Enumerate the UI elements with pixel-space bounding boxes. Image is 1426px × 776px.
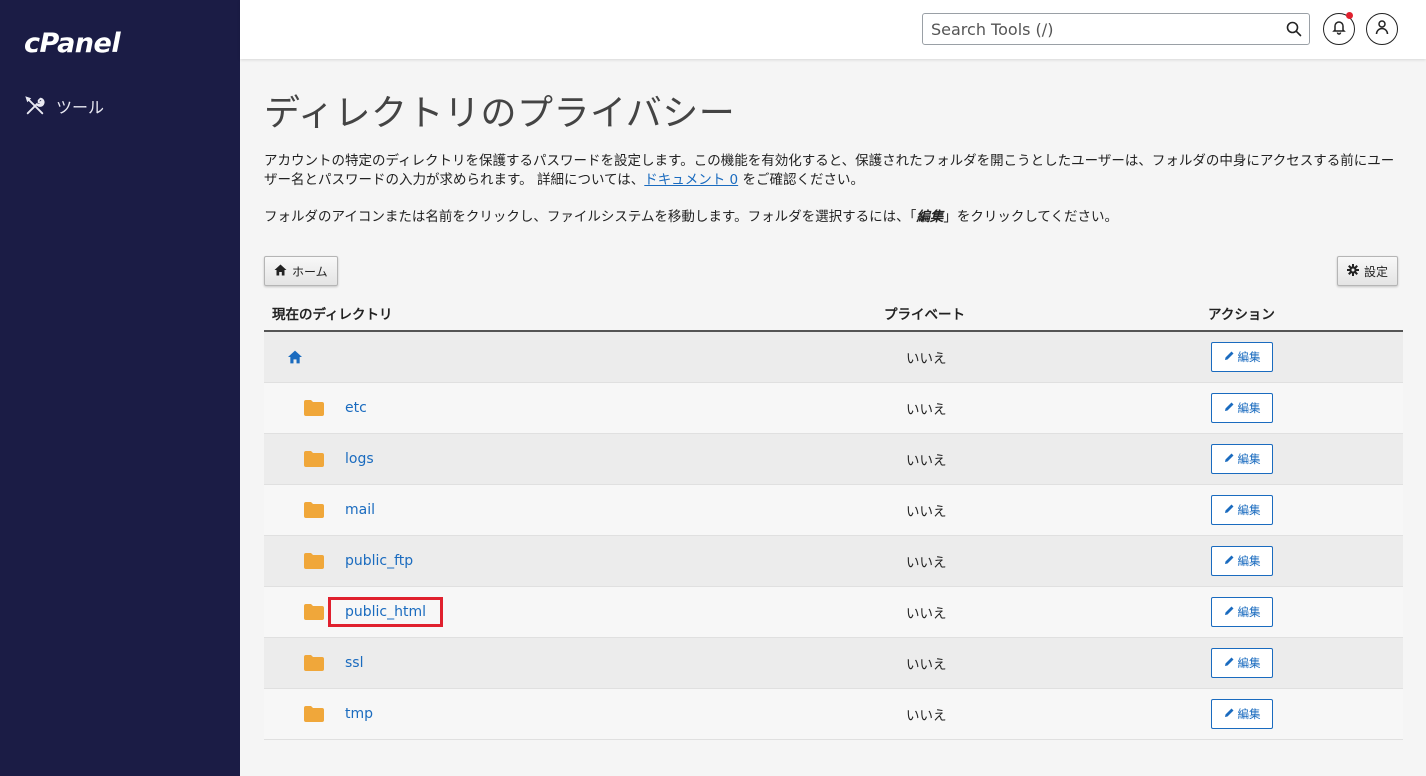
- user-menu-button[interactable]: [1366, 13, 1398, 45]
- edit-button[interactable]: 編集: [1211, 648, 1273, 678]
- folder-icon[interactable]: [304, 706, 324, 722]
- table-header: 現在のディレクトリ プライベート アクション: [264, 296, 1403, 332]
- pencil-icon: [1224, 554, 1235, 568]
- edit-button-label: 編集: [1237, 401, 1261, 415]
- pencil-icon: [1224, 452, 1235, 466]
- folder-icon[interactable]: [304, 502, 324, 518]
- home-icon: [274, 264, 287, 279]
- desc-text-end: をご確認ください。: [738, 172, 864, 188]
- edit-button-label: 編集: [1237, 503, 1261, 517]
- table-row: public_html いいえ 編集: [264, 587, 1403, 638]
- table-row: etc いいえ 編集: [264, 383, 1403, 434]
- edit-button[interactable]: 編集: [1211, 444, 1273, 474]
- edit-button[interactable]: 編集: [1211, 597, 1273, 627]
- table-row: public_ftp いいえ 編集: [264, 536, 1403, 587]
- column-header-private: プライベート: [884, 307, 965, 323]
- directory-cell: mail: [304, 485, 392, 535]
- home-directory-icon[interactable]: [287, 332, 303, 382]
- pencil-icon: [1224, 503, 1235, 517]
- instructions-text: フォルダのアイコンまたは名前をクリックし、ファイルシステムを移動します。フォルダ…: [264, 209, 917, 225]
- search-icon[interactable]: [1279, 21, 1309, 37]
- column-header-directory: 現在のディレクトリ: [272, 307, 393, 323]
- edit-button-label: 編集: [1237, 707, 1261, 721]
- folder-icon[interactable]: [304, 553, 324, 569]
- directory-cell: tmp: [304, 689, 390, 739]
- search-box[interactable]: [922, 13, 1310, 45]
- home-button-label: ホーム: [292, 264, 328, 279]
- notifications-button[interactable]: [1323, 12, 1355, 45]
- directory-link[interactable]: mail: [328, 495, 392, 525]
- pencil-icon: [1224, 605, 1235, 619]
- column-header-action: アクション: [1208, 307, 1275, 323]
- private-status: いいえ: [906, 606, 947, 622]
- pencil-icon: [1224, 401, 1235, 415]
- sidebar-item-tools[interactable]: ツール: [24, 94, 104, 118]
- private-status: いいえ: [906, 453, 947, 469]
- edit-button-label: 編集: [1237, 452, 1261, 466]
- sidebar: cPanel ツール: [0, 0, 240, 776]
- edit-emphasis: 編集: [916, 209, 944, 225]
- folder-icon[interactable]: [304, 604, 324, 620]
- directory-link[interactable]: public_ftp: [328, 546, 430, 576]
- settings-button-label: 設定: [1364, 264, 1389, 279]
- directory-cell: ssl: [304, 638, 380, 688]
- edit-button[interactable]: 編集: [1211, 342, 1273, 372]
- folder-icon[interactable]: [304, 400, 324, 416]
- private-status: いいえ: [906, 351, 947, 367]
- private-status: いいえ: [906, 657, 947, 673]
- gear-icon: [1347, 263, 1359, 279]
- instructions-text-end: 」をクリックしてください。: [943, 209, 1119, 225]
- page-title: ディレクトリのプライバシー: [264, 93, 736, 134]
- pencil-icon: [1224, 707, 1235, 721]
- pencil-icon: [1224, 350, 1235, 364]
- edit-button[interactable]: 編集: [1211, 546, 1273, 576]
- documentation-link[interactable]: ドキュメント 0: [644, 172, 738, 188]
- private-status: いいえ: [906, 504, 947, 520]
- table-row: tmp いいえ 編集: [264, 689, 1403, 740]
- notification-dot: [1346, 12, 1353, 19]
- directory-link[interactable]: tmp: [328, 699, 390, 729]
- edit-button-label: 編集: [1237, 656, 1261, 670]
- directory-link[interactable]: ssl: [328, 648, 380, 678]
- private-status: いいえ: [906, 708, 947, 724]
- top-bar: [240, 0, 1426, 59]
- edit-button[interactable]: 編集: [1211, 495, 1273, 525]
- search-input[interactable]: [923, 15, 1279, 43]
- private-status: いいえ: [906, 402, 947, 418]
- private-status: いいえ: [906, 555, 947, 571]
- tools-icon: [24, 95, 46, 117]
- edit-button-label: 編集: [1237, 605, 1261, 619]
- directory-link[interactable]: etc: [328, 393, 384, 423]
- edit-button-label: 編集: [1237, 554, 1261, 568]
- pencil-icon: [1224, 656, 1235, 670]
- directory-table: 現在のディレクトリ プライベート アクション いいえ 編集 etc いいえ 編集: [264, 296, 1403, 740]
- table-row: mail いいえ 編集: [264, 485, 1403, 536]
- edit-button[interactable]: 編集: [1211, 393, 1273, 423]
- directory-cell: logs: [304, 434, 391, 484]
- cpanel-logo[interactable]: cPanel: [24, 28, 121, 59]
- folder-icon[interactable]: [304, 451, 324, 467]
- directory-cell: etc: [304, 383, 384, 433]
- page-description: アカウントの特定のディレクトリを保護するパスワードを設定します。この機能を有効化…: [264, 152, 1404, 190]
- directory-link[interactable]: public_html: [328, 597, 444, 627]
- directory-cell: public_ftp: [304, 536, 430, 586]
- user-icon: [1374, 19, 1390, 39]
- table-row: ssl いいえ 編集: [264, 638, 1403, 689]
- directory-cell: public_html: [304, 587, 444, 637]
- page-instructions: フォルダのアイコンまたは名前をクリックし、ファイルシステムを移動します。フォルダ…: [264, 208, 1404, 227]
- home-button[interactable]: ホーム: [264, 256, 338, 286]
- sidebar-item-label: ツール: [56, 98, 105, 117]
- folder-icon[interactable]: [304, 655, 324, 671]
- table-row: logs いいえ 編集: [264, 434, 1403, 485]
- settings-button[interactable]: 設定: [1337, 256, 1399, 286]
- edit-button-label: 編集: [1237, 350, 1261, 364]
- table-row-home: いいえ 編集: [264, 332, 1403, 383]
- edit-button[interactable]: 編集: [1211, 699, 1273, 729]
- directory-link[interactable]: logs: [328, 444, 391, 474]
- bell-icon: [1331, 19, 1347, 39]
